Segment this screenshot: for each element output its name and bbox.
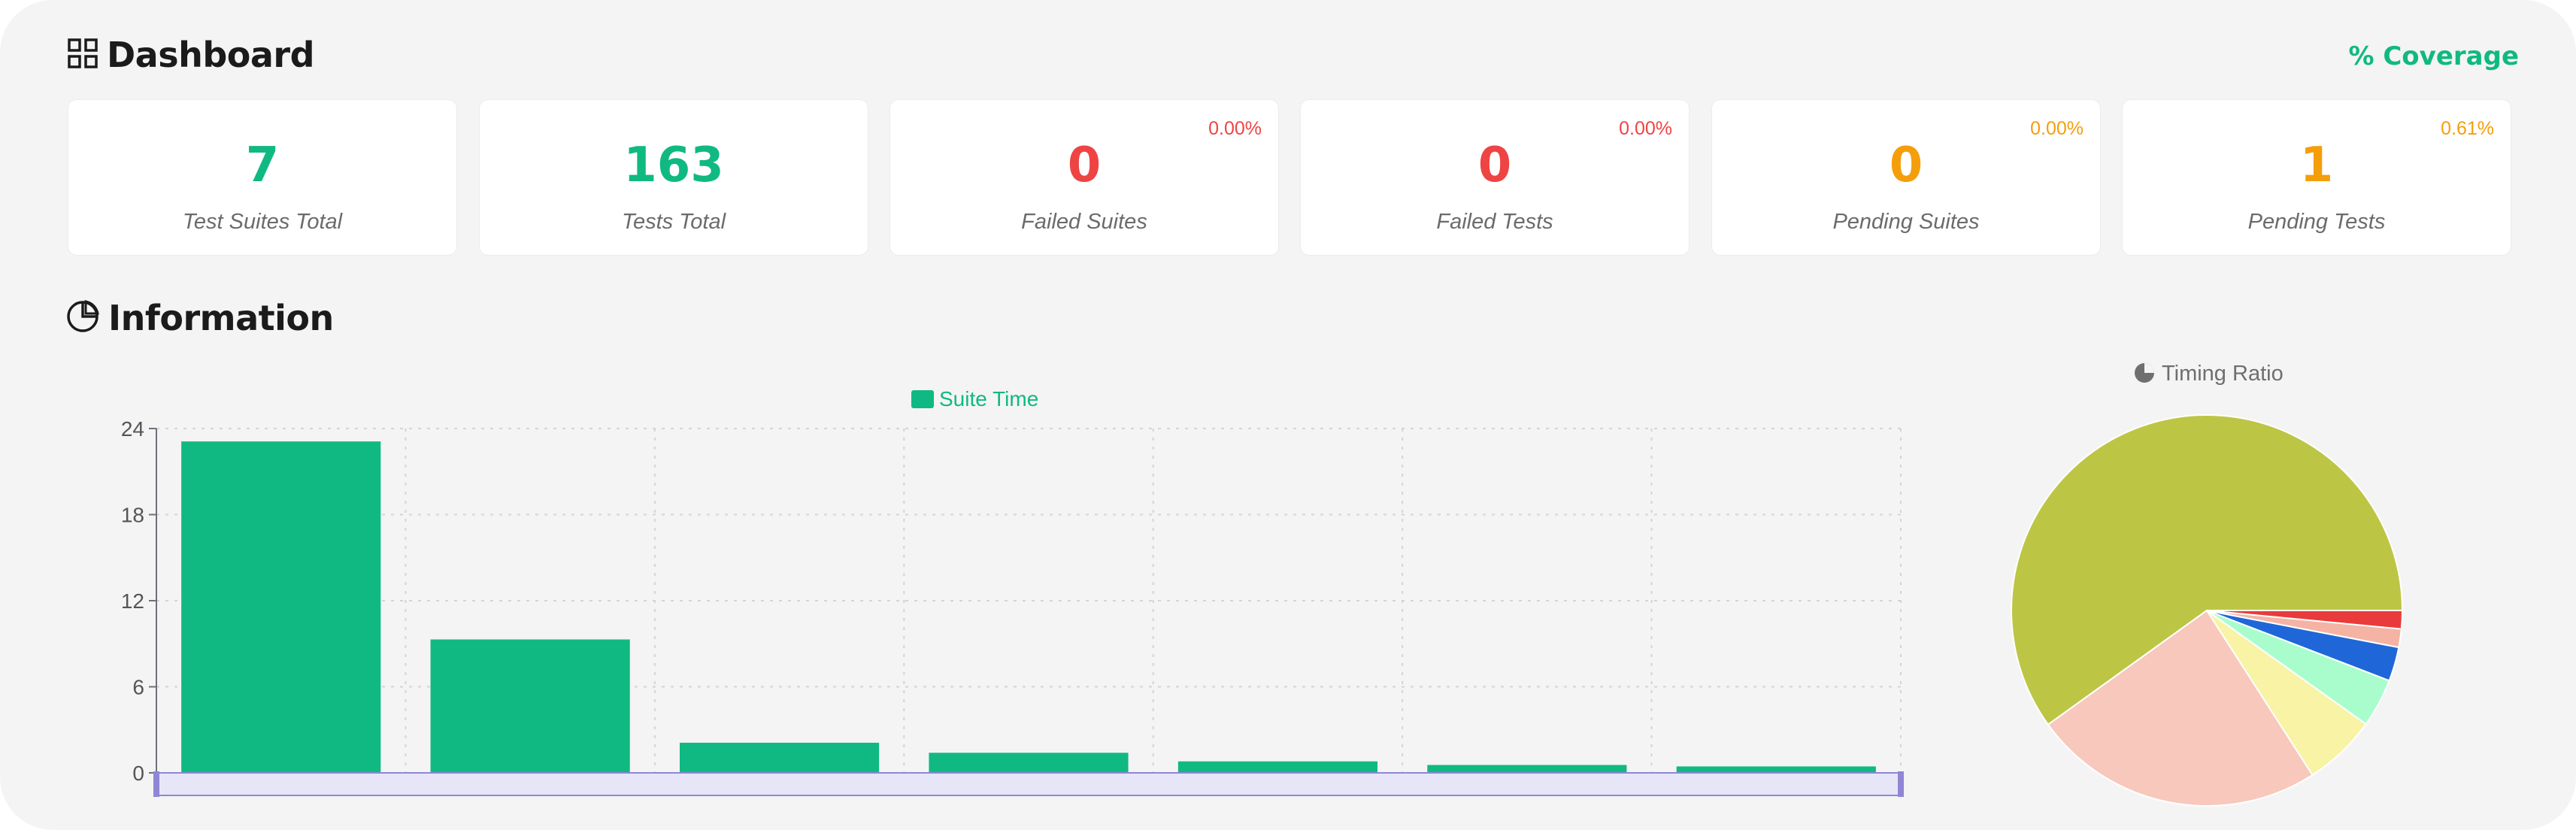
legend-suite-time[interactable]: Suite Time bbox=[911, 387, 1038, 410]
slice-layer bbox=[2011, 414, 2404, 807]
card-percent: 0.00% bbox=[2030, 118, 2084, 139]
card-failed-tests: 0.00% 0 Failed Tests bbox=[1300, 99, 1690, 256]
pie-small-icon bbox=[2135, 363, 2154, 383]
y-tick-label: 6 bbox=[132, 676, 144, 699]
card-tests-total: 163 Tests Total bbox=[479, 99, 868, 256]
card-label: Pending Tests bbox=[2247, 210, 2386, 234]
legend-swatch bbox=[911, 390, 934, 408]
card-failed-suites: 0.00% 0 Failed Suites bbox=[889, 99, 1279, 256]
bar-layer bbox=[181, 441, 1876, 773]
slider-handle-left[interactable] bbox=[153, 771, 159, 797]
card-label: Tests Total bbox=[621, 210, 726, 234]
card-label: Failed Tests bbox=[1436, 210, 1553, 234]
legend-label: Suite Time bbox=[939, 387, 1038, 410]
bar[interactable] bbox=[430, 639, 630, 773]
card-pending-suites: 0.00% 0 Pending Suites bbox=[1711, 99, 2101, 256]
card-label: Test Suites Total bbox=[182, 210, 343, 234]
grid-layer bbox=[156, 428, 1902, 774]
information-heading: Information bbox=[65, 298, 334, 338]
slider-handle-right[interactable] bbox=[1898, 771, 1904, 797]
card-label: Pending Suites bbox=[1832, 210, 1980, 234]
card-pending-tests: 0.61% 1 Pending Tests bbox=[2122, 99, 2511, 256]
y-axis-ticks: 24 18 12 6 0 bbox=[121, 417, 156, 785]
suite-time-bar-chart: Suite Time 24 18 12 6 0 bbox=[121, 387, 1904, 797]
pie-title: Timing Ratio bbox=[2135, 362, 2284, 386]
bar[interactable] bbox=[1676, 766, 1876, 773]
card-percent: 0.00% bbox=[1208, 118, 1262, 139]
y-tick-label: 18 bbox=[121, 504, 144, 527]
card-value: 163 bbox=[623, 138, 724, 193]
bar[interactable] bbox=[680, 742, 880, 773]
bar[interactable] bbox=[181, 441, 381, 773]
coverage-link[interactable]: % Coverage bbox=[2348, 41, 2519, 71]
timing-ratio-pie-chart: Timing Ratio bbox=[2011, 362, 2404, 807]
card-percent: 0.61% bbox=[2441, 118, 2494, 139]
information-title: Information bbox=[108, 298, 334, 338]
y-tick-label: 24 bbox=[121, 417, 144, 441]
card-value: 1 bbox=[2299, 138, 2334, 193]
card-percent: 0.00% bbox=[1619, 118, 1672, 139]
bar[interactable] bbox=[1177, 761, 1377, 773]
bar[interactable] bbox=[1427, 765, 1627, 773]
card-value: 0 bbox=[1477, 138, 1512, 193]
card-label: Failed Suites bbox=[1021, 210, 1147, 234]
y-tick-label: 12 bbox=[121, 589, 144, 613]
pie-title-label: Timing Ratio bbox=[2162, 362, 2284, 386]
card-test-suites-total: 7 Test Suites Total bbox=[68, 99, 457, 256]
slider-track[interactable] bbox=[156, 772, 1902, 796]
card-value: 0 bbox=[1889, 138, 1923, 193]
y-tick-label: 0 bbox=[132, 762, 144, 785]
grid-icon bbox=[66, 37, 99, 73]
card-value: 7 bbox=[245, 138, 280, 193]
data-zoom-slider[interactable] bbox=[153, 771, 1904, 797]
dashboard-title: Dashboard bbox=[107, 35, 315, 75]
card-value: 0 bbox=[1067, 138, 1102, 193]
dashboard-heading: Dashboard bbox=[66, 35, 315, 75]
pie-chart-icon bbox=[65, 298, 101, 338]
bar[interactable] bbox=[929, 753, 1129, 773]
